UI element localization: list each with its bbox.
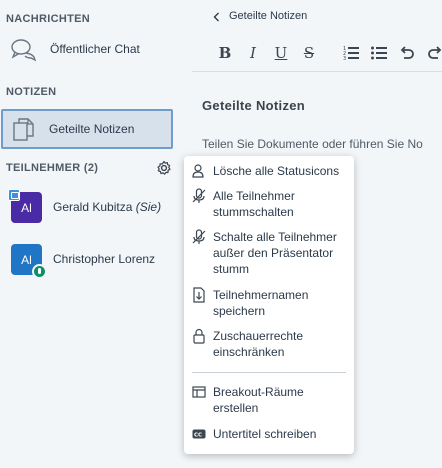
shared-notes-label: Geteilte Notizen bbox=[49, 122, 135, 136]
avatar-initials: Al bbox=[21, 252, 32, 267]
participant-name-text: Gerald Kubitza bbox=[53, 200, 133, 214]
menu-item-lock-viewers[interactable]: Zuschauerrechte einschränken bbox=[184, 328, 354, 362]
participant-name: Christopher Lorenz bbox=[53, 252, 156, 266]
menu-item-breakout-rooms[interactable]: Breakout-Räume erstellen bbox=[184, 384, 354, 418]
participant-self-suffix: (Sie) bbox=[135, 200, 162, 214]
menu-item-captions[interactable]: CC Untertitel schreiben bbox=[184, 426, 354, 444]
notes-title: Geteilte Notizen bbox=[202, 98, 306, 113]
notes-text[interactable]: Teilen Sie Dokumente oder führen Sie No bbox=[202, 135, 442, 153]
menu-item-save-names[interactable]: Teilnehmernamen speichern bbox=[184, 287, 354, 321]
public-chat-label: Öffentlicher Chat bbox=[50, 42, 140, 56]
avatar: Al bbox=[11, 244, 47, 279]
shared-notes-item[interactable]: Geteilte Notizen bbox=[1, 109, 173, 149]
mute-icon bbox=[192, 188, 206, 203]
undo-icon[interactable] bbox=[398, 44, 416, 62]
participant-row[interactable]: Al Christopher Lorenz bbox=[0, 244, 180, 284]
participants-section-title: TEILNEHMER (2) bbox=[6, 162, 99, 174]
bullet-list-icon[interactable] bbox=[370, 44, 388, 62]
menu-item-label: Lösche alle Statusicons bbox=[213, 164, 340, 178]
gear-icon[interactable] bbox=[156, 160, 172, 176]
menu-item-mute-all[interactable]: Alle Teilnehmer stummschalten bbox=[184, 188, 354, 222]
download-icon bbox=[193, 287, 205, 303]
breadcrumb[interactable]: Geteilte Notizen bbox=[229, 10, 307, 22]
sidebar: NACHRICHTEN Öffentlicher Chat NOTIZEN Ge… bbox=[0, 0, 180, 468]
bold-button[interactable]: B bbox=[216, 44, 234, 62]
public-chat-item[interactable]: Öffentlicher Chat bbox=[0, 34, 180, 64]
menu-separator bbox=[192, 372, 346, 373]
menu-item-label: Teilnehmernamen speichern bbox=[213, 288, 309, 318]
chat-icon bbox=[11, 39, 37, 62]
avatar-initials: Al bbox=[21, 200, 32, 215]
clear-status-icon bbox=[192, 164, 204, 178]
participants-options-menu: Lösche alle Statusicons Alle Teilnehmer … bbox=[184, 156, 354, 454]
strikethrough-button[interactable]: S bbox=[300, 44, 318, 62]
underline-button[interactable]: U bbox=[272, 44, 290, 62]
presenter-icon bbox=[8, 189, 20, 201]
menu-item-label: Alle Teilnehmer stummschalten bbox=[213, 189, 295, 219]
lock-icon bbox=[193, 328, 205, 344]
participant-row[interactable]: Al Gerald Kubitza (Sie) bbox=[0, 189, 180, 232]
ordered-list-icon[interactable]: 1 2 3 bbox=[342, 44, 360, 62]
notes-icon bbox=[13, 118, 34, 141]
svg-text:CC: CC bbox=[194, 433, 202, 439]
messages-section-title: NACHRICHTEN bbox=[6, 13, 90, 25]
menu-item-mute-except-presenter[interactable]: Schalte alle Teilnehmer außer den Präsen… bbox=[184, 229, 354, 279]
menu-item-label: Zuschauerrechte einschränken bbox=[213, 329, 304, 359]
menu-item-label: Untertitel schreiben bbox=[213, 427, 317, 441]
svg-text:3: 3 bbox=[343, 56, 346, 62]
notes-section-title: NOTIZEN bbox=[6, 86, 57, 98]
mute-icon bbox=[192, 229, 206, 244]
chevron-left-icon[interactable] bbox=[213, 12, 220, 22]
menu-item-clear-status[interactable]: Lösche alle Statusicons bbox=[184, 163, 354, 181]
avatar: Al bbox=[8, 189, 42, 223]
menu-item-label: Schalte alle Teilnehmer außer den Präsen… bbox=[213, 230, 337, 276]
microphone-icon bbox=[32, 264, 47, 279]
redo-icon[interactable] bbox=[426, 44, 442, 62]
italic-button[interactable]: I bbox=[244, 44, 262, 62]
menu-item-label: Breakout-Räume erstellen bbox=[213, 385, 304, 415]
participant-name: Gerald Kubitza (Sie) bbox=[53, 200, 161, 214]
breakout-rooms-icon bbox=[192, 386, 206, 398]
closed-captions-icon: CC bbox=[192, 429, 206, 439]
